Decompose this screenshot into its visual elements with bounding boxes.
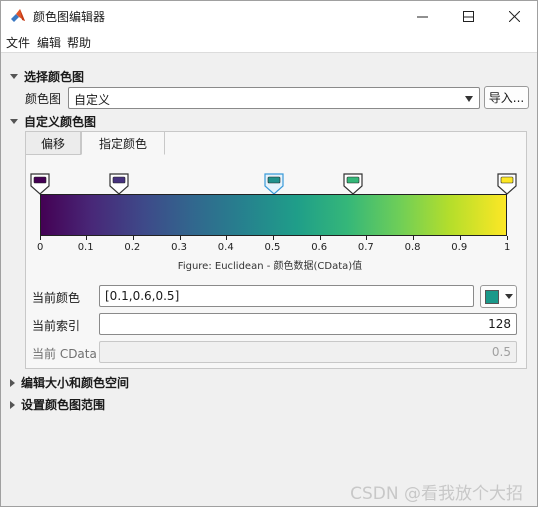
colormap-editor-window: 颜色图编辑器 文件 编辑 帮助 选择颜色图 颜色图 自定义 导入... 自定义颜…	[0, 0, 538, 507]
section-heading: 选择颜色图	[24, 70, 85, 84]
tick-label: 0.8	[404, 242, 421, 253]
colormap-label: 颜色图	[25, 92, 62, 106]
tab-label: 指定颜色	[98, 136, 147, 151]
chevron-down-icon	[465, 96, 473, 102]
colormap-value: 自定义	[74, 93, 111, 107]
tick-label: 0.2	[124, 242, 141, 253]
tick-label: 0.1	[77, 242, 94, 253]
tab-label: 偏移	[40, 136, 65, 151]
colorbar[interactable]	[40, 194, 507, 236]
current-color-field[interactable]: [0.1,0.6,0.5]	[99, 285, 474, 307]
menu-file[interactable]: 文件	[6, 34, 30, 51]
tick-mark	[179, 236, 181, 240]
tick-mark	[39, 236, 41, 240]
expand-triangle-icon	[10, 119, 18, 124]
collapse-triangle-icon	[10, 378, 15, 387]
window-title: 颜色图编辑器	[33, 10, 106, 24]
watermark: CSDN @看我放个大招	[350, 484, 523, 504]
current-cdata-field: 0.5	[99, 341, 517, 363]
tab-specify-color[interactable]: 指定颜色	[81, 131, 165, 155]
minimize-icon	[416, 16, 428, 17]
section-set-colormap-range[interactable]: 设置颜色图范围	[10, 396, 105, 413]
menu-bar: 文件 编辑 帮助	[1, 31, 537, 53]
collapse-triangle-icon	[10, 400, 15, 409]
section-select-colormap[interactable]: 选择颜色图	[10, 68, 84, 85]
chevron-down-icon	[504, 294, 513, 299]
import-button[interactable]: 导入...	[484, 86, 529, 109]
tick-label: 1	[504, 242, 511, 253]
current-color-value: [0.1,0.6,0.5]	[105, 289, 180, 303]
colormap-marker[interactable]	[263, 173, 285, 195]
matlab-app-icon	[11, 9, 25, 22]
tick-mark	[506, 236, 508, 240]
current-cdata-label: 当前 CData	[32, 347, 97, 361]
tick-mark	[413, 236, 415, 240]
tick-label: 0.3	[171, 242, 187, 253]
tick-mark	[226, 236, 228, 240]
menu-edit[interactable]: 编辑	[37, 34, 61, 51]
color-swatch	[484, 289, 499, 304]
current-color-label: 当前颜色	[32, 291, 81, 305]
tick-label: 0	[37, 242, 44, 253]
maximize-button[interactable]	[445, 1, 491, 31]
section-edit-size-colorspace[interactable]: 编辑大小和颜色空间	[10, 374, 129, 391]
current-index-field[interactable]: 128	[99, 313, 517, 335]
tick-label: 0.6	[311, 242, 328, 253]
section-custom-colormap[interactable]: 自定义颜色图	[10, 113, 96, 130]
tick-mark	[366, 236, 368, 240]
tick-label: 0.4	[217, 242, 234, 253]
current-cdata-value: 0.5	[491, 345, 511, 359]
close-icon	[508, 10, 520, 22]
tick-label: 0.9	[451, 242, 468, 253]
maximize-icon	[462, 10, 474, 22]
colormap-marker[interactable]	[108, 173, 130, 195]
minimize-button-real[interactable]	[399, 1, 445, 31]
tick-label: 0.5	[264, 242, 281, 253]
colormap-marker[interactable]	[342, 173, 364, 195]
section-heading: 设置颜色图范围	[21, 398, 106, 412]
colormap-marker[interactable]	[496, 173, 518, 195]
color-picker-button[interactable]	[480, 285, 517, 308]
tick-mark	[273, 236, 274, 240]
tick-mark	[459, 236, 461, 240]
menu-help[interactable]: 帮助	[67, 34, 91, 51]
import-button-label: 导入...	[488, 91, 525, 105]
tab-offset[interactable]: 偏移	[25, 131, 81, 155]
tick-mark	[132, 236, 134, 240]
section-heading: 自定义颜色图	[24, 115, 97, 129]
current-index-label: 当前索引	[32, 319, 81, 333]
tick-mark	[319, 236, 321, 240]
current-index-value: 128	[488, 317, 511, 331]
colormap-marker[interactable]	[29, 173, 51, 195]
colormap-dropdown[interactable]: 自定义	[68, 87, 480, 109]
section-heading: 编辑大小和颜色空间	[21, 376, 130, 390]
close-button[interactable]	[491, 1, 537, 31]
colorbar-caption: Figure: Euclidean - 颜色数据(CData)值	[177, 261, 363, 272]
tick-mark	[86, 236, 88, 240]
tick-label: 0.7	[357, 242, 374, 253]
expand-triangle-icon	[10, 74, 18, 79]
